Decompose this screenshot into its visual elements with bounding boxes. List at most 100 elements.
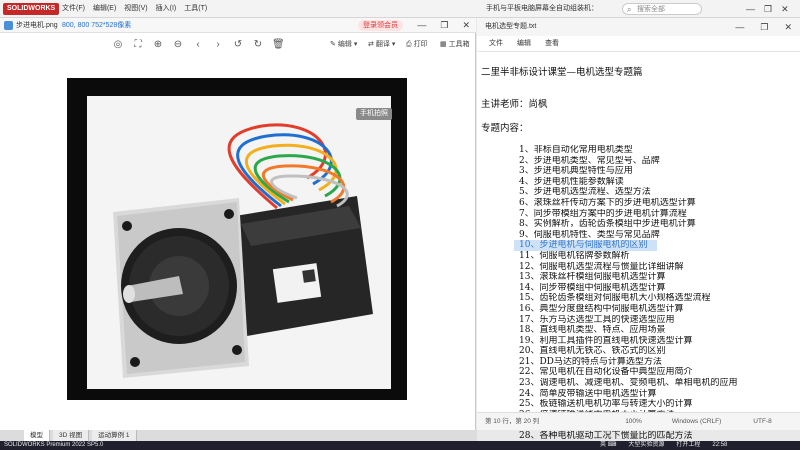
solidworks-tab[interactable]: 3D 视图 [53,430,90,441]
tray-item-resources[interactable]: 大型实验资源 [628,441,664,450]
line-ending: Windows (CRLF) [671,418,722,425]
maximize-icon[interactable]: ❐ [440,19,448,32]
topic-item[interactable]: 6、滚珠丝杆传动方案下的步进电机选型计算 [519,198,799,209]
topic-item[interactable]: 4、步进电机性能参数解读 [519,177,799,188]
viewer-size-info: 800, 800 752*528像素 [62,22,132,29]
topic-item[interactable]: 15、齿轮齿条模组对伺服电机大小规格选型流程 [519,293,799,304]
topic-item[interactable]: 23、调速电机、减速电机、变频电机、单相电机的应用 [519,378,799,389]
topic-item[interactable]: 7、同步带模组方案中的步进电机计算流程 [519,209,799,220]
translate-button[interactable]: ⇄ 翻译 ▾ [368,38,395,52]
image-viewer-window: 步进电机.png 800, 800 752*528像素 登录领会员 — ❐ ✕ … [0,18,476,430]
editor-menu-file[interactable]: 文件 [489,36,503,51]
topic-item[interactable]: 9、伺服电机特性、类型与常见品牌 [519,230,799,241]
topic-item[interactable]: 21、DD马达的特点与计算选型方法 [519,357,799,368]
rotate-left-icon[interactable]: ↺ [232,39,244,51]
topic-item[interactable]: 14、同步带模组中伺服电机选型计算 [519,283,799,294]
viewer-title-bar: 步进电机.png 800, 800 752*528像素 登录领会员 — ❐ ✕ [0,18,476,33]
edit-icon: ✎ [330,41,336,48]
minimize-icon[interactable]: — [746,3,755,15]
next-icon[interactable]: › [212,39,224,51]
delete-icon[interactable]: 🗑 [272,39,285,51]
topic-item[interactable]: 13、滚珠丝杆模组伺服电机选型计算 [519,272,799,283]
search-box[interactable]: ⌕ 搜索全部 [622,3,702,15]
viewer-file-name: 步进电机.png [16,22,58,29]
print-button[interactable]: ⎙ 打印 [406,38,428,52]
search-placeholder: 搜索全部 [637,6,665,13]
photo-badge: 手机拍照 [356,108,392,120]
stepper-motor-illustration [113,123,373,378]
editor-menu-view[interactable]: 查看 [545,36,559,51]
cursor-position: 第 10 行，第 20 列 [485,418,540,425]
zoom-out-icon[interactable]: ⊖ [172,39,184,51]
topic-item[interactable]: 24、简单皮带输送中电机选型计算 [519,389,799,400]
menu-file[interactable]: 文件(F) [62,3,85,15]
translate-label: 翻译 [375,41,390,48]
minimize-icon[interactable]: — [735,21,744,33]
fit-view-icon[interactable]: ◎ [112,39,124,51]
text-editor-window: 电机选型专题.txt — ❐ ✕ 文件 编辑 查看 二里半非标设计课堂—电机选型… [477,18,800,441]
minimize-icon[interactable]: — [417,19,426,32]
editor-title-bar: 电机选型专题.txt — ❐ ✕ [477,18,800,36]
member-login-badge[interactable]: 登录领会员 [358,20,403,31]
topic-item[interactable]: 8、实例解析，齿轮齿条模组中步进电机计算 [519,219,799,230]
zoom-level: 100% [625,418,642,425]
topic-item[interactable]: 1、非标自动化常用电机类型 [519,145,799,156]
topic-item[interactable]: 5、步进电机选型流程、选型方法 [519,187,799,198]
editor-menu-edit[interactable]: 编辑 [517,36,531,51]
search-icon: ⌕ [627,5,632,14]
top-strip: SOLIDWORKS 文件(F) 编辑(E) 视图(V) 插入(I) 工具(T)… [0,0,800,18]
toolbox-label: 工具箱 [448,41,470,48]
topic-item[interactable]: 2、步进电机类型、常见型号、品牌 [519,156,799,167]
document-heading: 二里半非标设计课堂—电机选型专题篇 [481,67,643,78]
topic-item[interactable]: 16、典型分度盘结构中伺服电机选型计算 [519,304,799,315]
solidworks-status: SOLIDWORKS Premium 2022 SP5.0 [4,442,104,448]
tray-item-project[interactable]: 打开工程 [676,441,700,450]
topic-item[interactable]: 3、步进电机典型特性与应用 [519,166,799,177]
menu-edit[interactable]: 编辑(E) [93,3,116,15]
solidworks-tab[interactable]: 模型 [24,430,50,441]
topic-item[interactable]: 17、乐方马达选型工具的快速选型应用 [519,315,799,326]
topic-list: 1、非标自动化常用电机类型 2、步进电机类型、常见型号、品牌 3、步进电机典型特性与… [514,145,799,442]
close-icon[interactable]: ✕ [784,21,792,33]
print-icon: ⎙ [406,41,412,48]
translate-icon: ⇄ [368,41,374,48]
tray-clock: 22:58 [712,442,728,448]
topic-item[interactable]: 12、伺服电机选型流程与惯量比详细讲解 [519,262,799,273]
menu-tools[interactable]: 工具(T) [184,3,207,15]
close-icon[interactable]: ✕ [462,19,470,32]
solidworks-tab[interactable]: 运动算例 1 [92,430,137,441]
tray-input-method[interactable]: 英 ⌨ [600,441,616,450]
topic-item[interactable]: 25、板链输送机电机功率与转速大小的计算 [519,399,799,410]
chevron-down-icon: ▾ [353,41,358,48]
edit-label: 编辑 [337,41,352,48]
topic-item[interactable]: 18、直线电机类型、特点、应用场景 [519,325,799,336]
maximize-icon[interactable]: ❐ [760,21,768,33]
stepper-motor-photo[interactable] [87,96,391,389]
fullscreen-icon[interactable]: ⛶ [132,39,144,51]
toolbox-icon: ▦ [440,41,447,48]
document-section-title: 专题内容： [481,123,529,134]
topic-item[interactable]: 10、步进电机与伺服电机的区别 [514,240,657,251]
menu-view[interactable]: 视图(V) [124,3,147,15]
topic-item[interactable]: 11、伺服电机铭牌参数解析 [519,251,799,262]
menu-insert[interactable]: 插入(I) [156,3,177,15]
toolbox-button[interactable]: ▦ 工具箱 [440,38,470,52]
topic-item[interactable]: 19、利用工具插件的直线电机快速选型计算 [519,336,799,347]
rotate-right-icon[interactable]: ↻ [252,39,264,51]
close-icon[interactable]: ✕ [781,3,789,15]
maximize-icon[interactable]: ❐ [764,3,772,15]
taskbar: SOLIDWORKS Premium 2022 SP5.0 英 ⌨ 大型实验资源… [0,441,800,450]
zoom-in-icon[interactable]: ⊕ [152,39,164,51]
browser-tab[interactable]: 手机与平板电脑屏幕全自动组装机： [486,3,598,15]
taskbar-tray: 英 ⌨ 大型实验资源 打开工程 22:58 [600,441,727,450]
editor-text-area[interactable]: 二里半非标设计课堂—电机选型专题篇 主讲老师：尚枫 专题内容： 1、非标自动化常… [477,53,800,441]
viewer-toolbar: ◎ ⛶ ⊕ ⊖ ‹ › ↺ ↻ 🗑 ✎ 编辑 ▾ ⇄ 翻译 ▾ ⎙ 打印 ▦ 工… [0,34,476,56]
image-file-icon [4,21,13,30]
document-teacher: 主讲老师：尚枫 [481,99,548,110]
browser-window-controls: — ❐ ✕ [746,3,789,15]
edit-button[interactable]: ✎ 编辑 ▾ [330,38,357,52]
topic-item[interactable]: 20、直线电机无铁芯、铁芯式的区别 [519,346,799,357]
print-label: 打印 [413,41,428,48]
topic-item[interactable]: 22、常见电机在自动化设备中典型应用简介 [519,367,799,378]
previous-icon[interactable]: ‹ [192,39,204,51]
